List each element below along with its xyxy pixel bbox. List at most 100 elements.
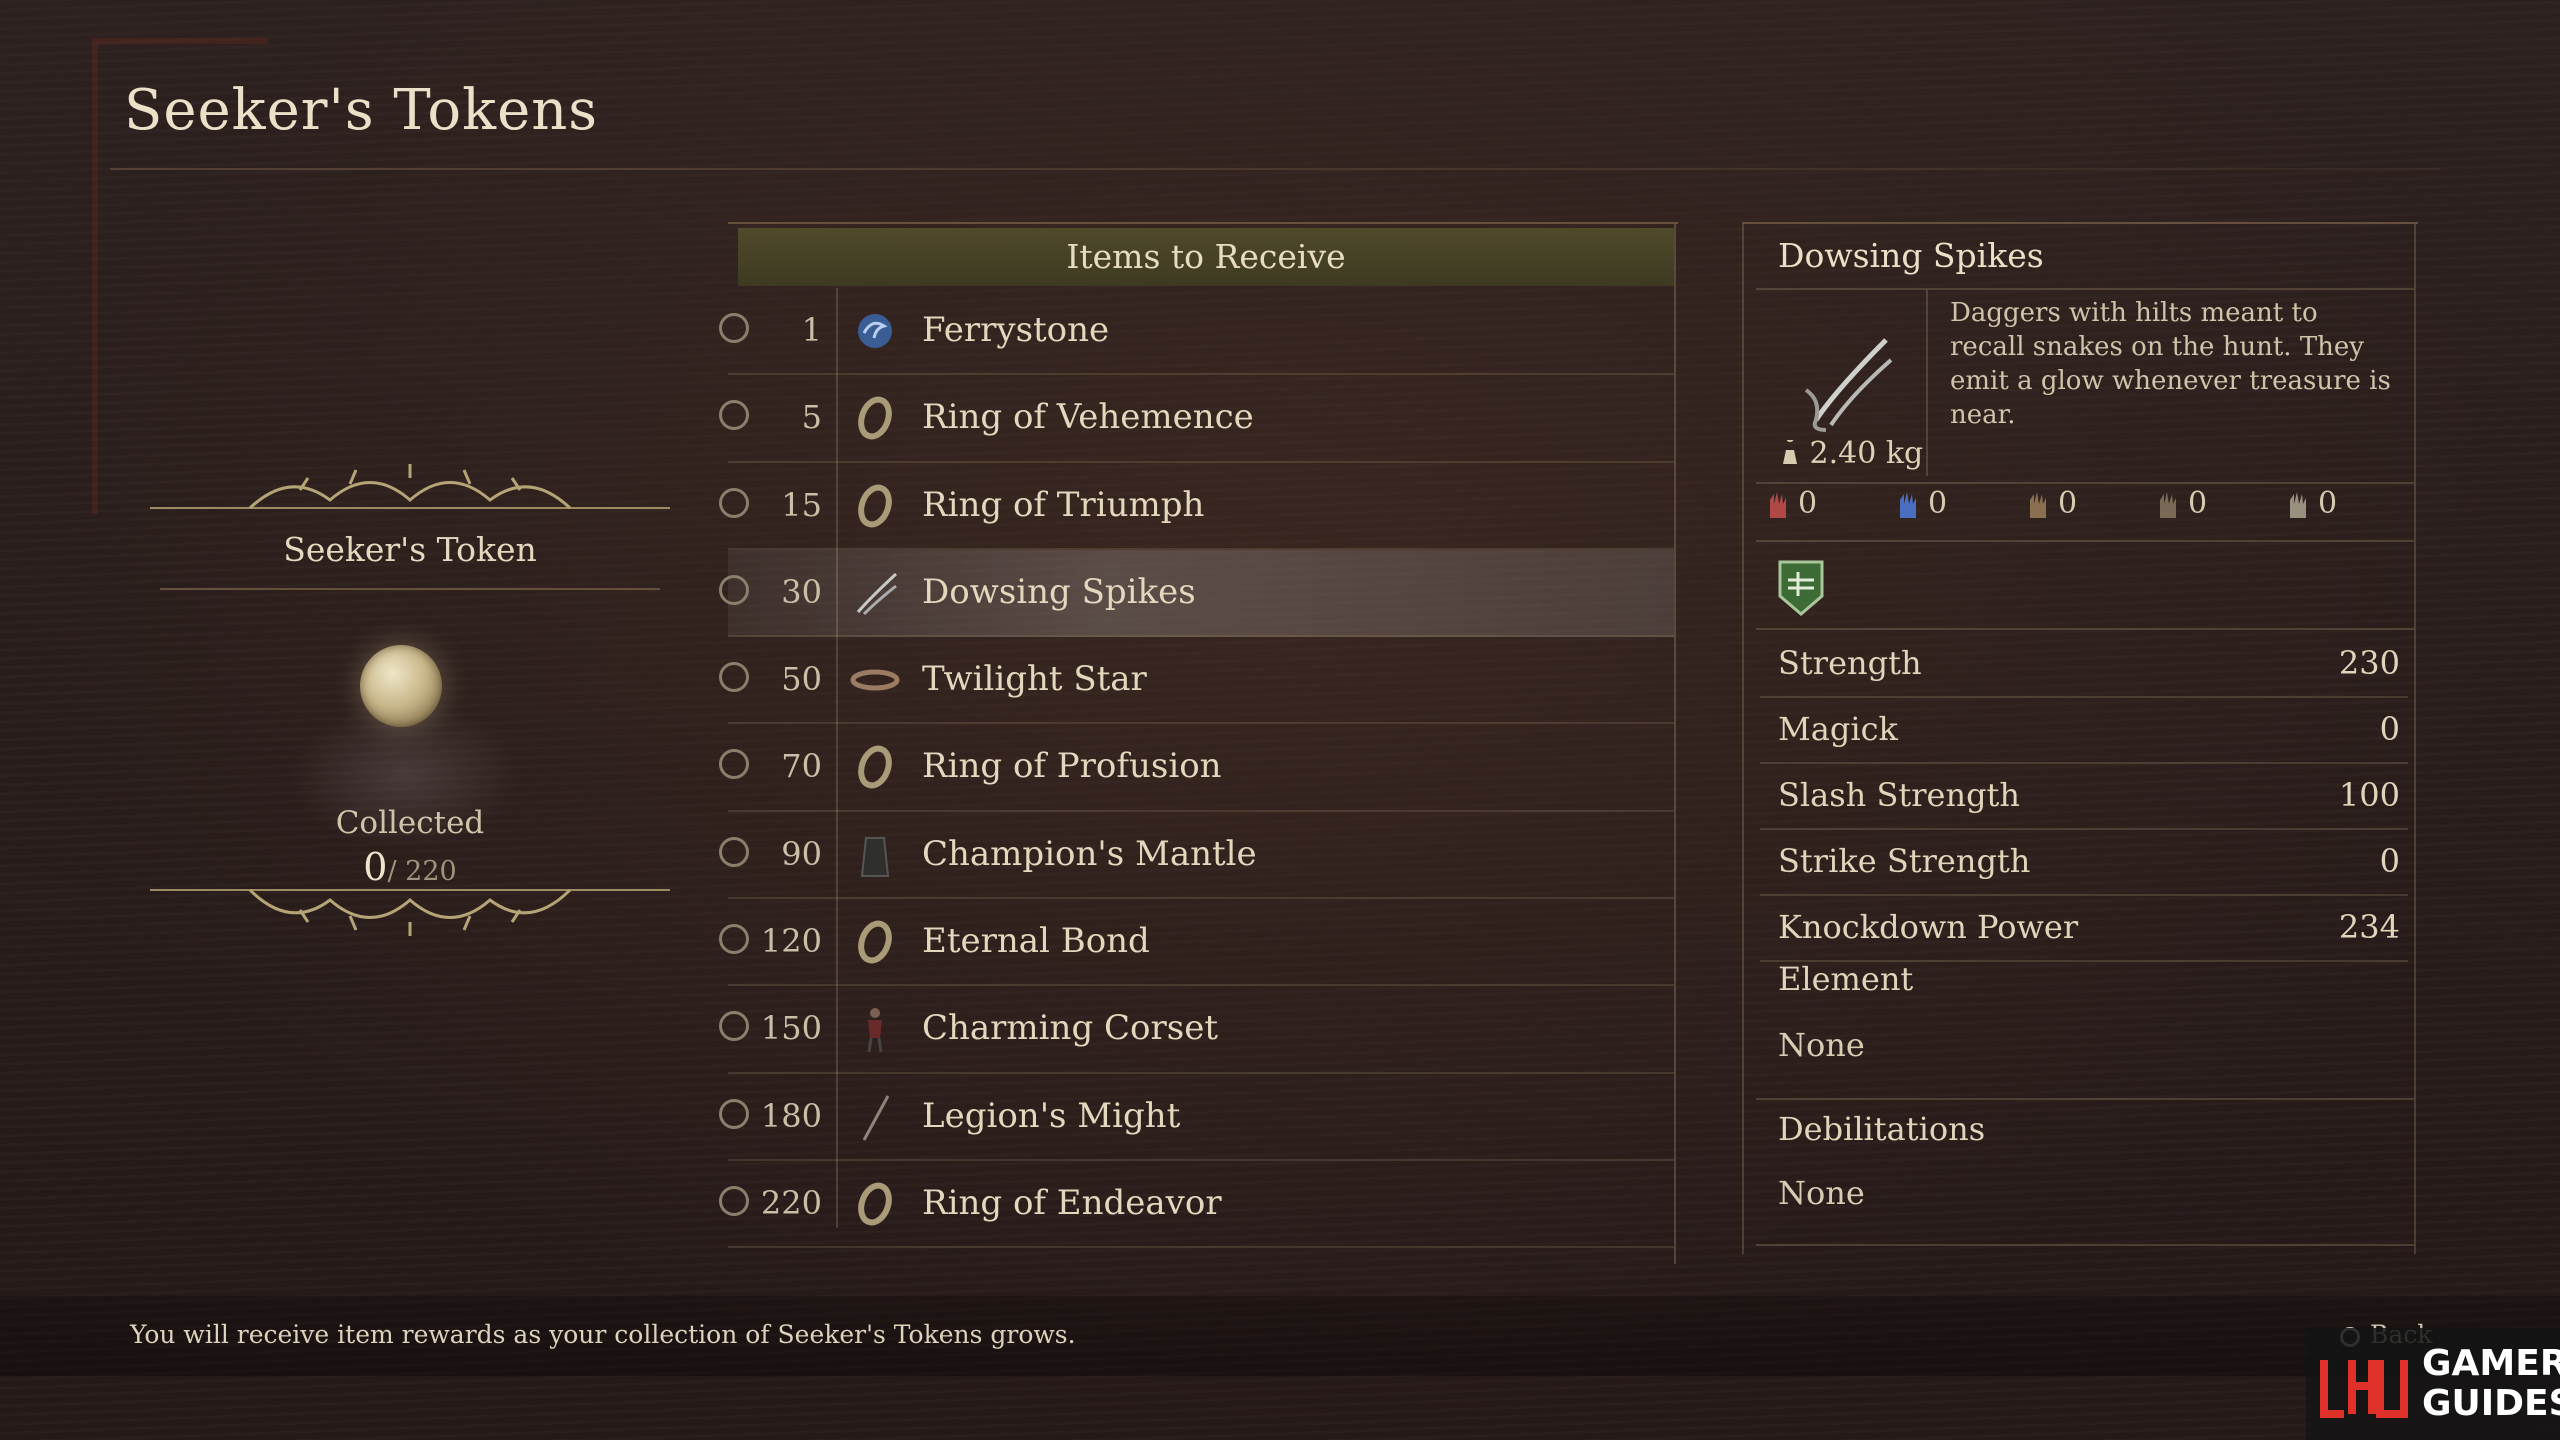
item-radio[interactable] bbox=[719, 313, 749, 343]
gamer-guides-logo-icon bbox=[2320, 1360, 2408, 1418]
stat-row: Strength 230 bbox=[1760, 632, 2408, 698]
stat-value: 234 bbox=[2338, 908, 2400, 946]
item-row[interactable]: 70 Ring of Profusion bbox=[719, 724, 1674, 812]
item-row[interactable]: 150 Charming Corset bbox=[719, 986, 1674, 1074]
red-hand-icon bbox=[1770, 492, 1786, 518]
items-header: Items to Receive bbox=[738, 228, 1674, 286]
item-name: Dowsing Spikes bbox=[922, 571, 1196, 612]
resistance-item: 0 bbox=[2026, 486, 2077, 521]
item-detail-panel: Dowsing Spikes 2.40 kg Daggers with hilt… bbox=[1742, 222, 2418, 1254]
item-row[interactable]: 180 Legion's Might bbox=[719, 1074, 1674, 1161]
item-row[interactable]: 90 Champion's Mantle bbox=[719, 812, 1674, 900]
item-name: Twilight Star bbox=[922, 659, 1147, 700]
item-name: Ring of Endeavor bbox=[922, 1182, 1222, 1223]
item-threshold: 15 bbox=[781, 485, 822, 524]
item-row[interactable]: 50 Twilight Star bbox=[719, 637, 1674, 725]
footer-hint: You will receive item rewards as your co… bbox=[130, 1320, 1076, 1349]
ring-icon bbox=[858, 484, 892, 527]
resistance-item: 0 bbox=[2156, 486, 2207, 521]
token-name: Seeker's Token bbox=[283, 530, 537, 569]
item-name: Legion's Might bbox=[922, 1095, 1181, 1136]
ring-icon bbox=[858, 920, 892, 964]
item-name: Ring of Triumph bbox=[922, 484, 1205, 525]
stat-label: Magick bbox=[1778, 710, 1898, 748]
detail-border-left bbox=[1742, 224, 1744, 1254]
resistance-value: 0 bbox=[2188, 486, 2208, 521]
watermark-line2: GUIDES bbox=[2422, 1383, 2560, 1424]
item-radio[interactable] bbox=[719, 836, 749, 867]
corset-icon bbox=[867, 1008, 883, 1053]
weight-icon bbox=[1783, 434, 1797, 464]
debilitations-divider bbox=[1756, 1244, 2414, 1246]
stat-row: Magick 0 bbox=[1760, 698, 2408, 764]
item-row[interactable]: 1 Ferrystone bbox=[719, 288, 1674, 376]
vine-ornament-top-icon bbox=[150, 464, 670, 510]
ferrystone-icon bbox=[858, 314, 892, 348]
item-radio[interactable] bbox=[719, 924, 749, 955]
item-threshold: 180 bbox=[760, 1096, 822, 1135]
blue-hand-icon bbox=[1900, 492, 1916, 518]
resistance-item: 0 bbox=[1766, 486, 1817, 521]
stats-table: Strength 230 Magick 0 Slash Strength 100 Strik… bbox=[1760, 632, 2408, 962]
item-radio[interactable] bbox=[719, 574, 749, 605]
item-row[interactable]: 220 Ring of Endeavor bbox=[719, 1161, 1674, 1249]
stat-value: 100 bbox=[2338, 776, 2400, 814]
token-divider bbox=[160, 588, 660, 590]
item-threshold: 90 bbox=[781, 834, 822, 873]
item-row[interactable]: 30 Dowsing Spikes bbox=[719, 549, 1674, 638]
stat-label: Strike Strength bbox=[1778, 842, 2031, 880]
dagger-icon bbox=[856, 572, 898, 615]
item-threshold: 70 bbox=[781, 747, 822, 786]
item-threshold: 50 bbox=[781, 660, 822, 699]
stat-value: 0 bbox=[2379, 710, 2400, 748]
dagger-class-badge-icon bbox=[1778, 560, 1824, 616]
element-value: None bbox=[1778, 1026, 1865, 1064]
staff-icon bbox=[862, 1094, 890, 1141]
detail-weight: 2.40 kg bbox=[1780, 434, 1924, 471]
dark-hand-icon bbox=[2160, 492, 2176, 518]
resistance-item: 0 bbox=[1896, 486, 1947, 521]
stat-row: Knockdown Power 234 bbox=[1760, 896, 2408, 962]
item-radio[interactable] bbox=[719, 1011, 749, 1042]
item-radio[interactable] bbox=[719, 1185, 749, 1216]
detail-weight-value: 2.40 kg bbox=[1809, 436, 1924, 471]
item-row[interactable]: 120 Eternal Bond bbox=[719, 899, 1674, 987]
stat-value: 0 bbox=[2379, 842, 2400, 880]
item-radio[interactable] bbox=[719, 1098, 749, 1129]
stat-label: Strength bbox=[1778, 644, 1922, 682]
ring-icon bbox=[858, 746, 892, 789]
dagger-icon bbox=[1804, 338, 1893, 432]
resistance-value: 0 bbox=[2318, 486, 2338, 521]
item-name: Eternal Bond bbox=[922, 921, 1150, 962]
token-card: Seeker's Token Collected 0/ 220 bbox=[150, 460, 670, 960]
detail-resist-divider bbox=[1756, 540, 2414, 542]
ring-icon bbox=[858, 396, 892, 440]
stat-value: 230 bbox=[2338, 644, 2400, 682]
stat-row: Strike Strength 0 bbox=[1760, 830, 2408, 896]
item-radio[interactable] bbox=[719, 487, 749, 518]
item-name: Ring of Profusion bbox=[922, 746, 1222, 787]
collected-label: Collected bbox=[335, 805, 485, 841]
item-row[interactable]: 15 Ring of Triumph bbox=[719, 463, 1674, 550]
mantle-icon bbox=[860, 836, 890, 877]
brown-hand-icon bbox=[2030, 492, 2046, 518]
chest-icon bbox=[2290, 492, 2306, 518]
resistance-value: 0 bbox=[2058, 486, 2078, 521]
page-title: Seeker's Tokens bbox=[124, 78, 599, 143]
ring-icon bbox=[858, 1182, 892, 1226]
item-row[interactable]: 5 Ring of Vehemence bbox=[719, 375, 1674, 463]
element-divider bbox=[1756, 1098, 2414, 1100]
item-radio[interactable] bbox=[719, 749, 749, 780]
element-label: Element bbox=[1778, 960, 1914, 998]
resistance-value: 0 bbox=[1928, 486, 1948, 521]
watermark-text: GAMER GUIDES bbox=[2422, 1344, 2560, 1424]
items-panel-border bbox=[1674, 224, 1676, 1264]
detail-description: Daggers with hilts meant to recall snake… bbox=[1950, 298, 2391, 430]
resistance-row: 0 0 0 0 0 bbox=[1766, 486, 2406, 536]
detail-border-right bbox=[2414, 224, 2416, 1254]
item-threshold: 120 bbox=[760, 922, 822, 961]
item-name: Ring of Vehemence bbox=[922, 397, 1254, 438]
item-radio[interactable] bbox=[719, 662, 749, 693]
stat-label: Knockdown Power bbox=[1778, 908, 2079, 946]
item-radio[interactable] bbox=[719, 400, 749, 431]
